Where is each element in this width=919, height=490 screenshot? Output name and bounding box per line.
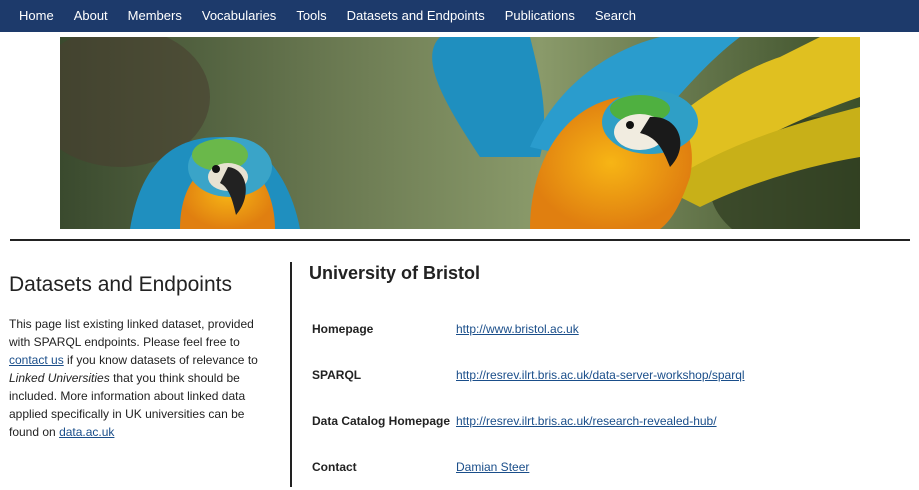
row-label: Contact xyxy=(312,460,357,474)
nav-tools[interactable]: Tools xyxy=(286,0,336,32)
row-label: Data Catalog Homepage xyxy=(312,414,451,428)
table-row: Homepage http://www.bristol.ac.uk xyxy=(310,306,747,352)
contact-us-link[interactable]: contact us xyxy=(9,353,64,367)
nav-members[interactable]: Members xyxy=(118,0,192,32)
nav-vocabularies[interactable]: Vocabularies xyxy=(192,0,286,32)
main-content: University of Bristol Homepage http://ww… xyxy=(309,262,909,490)
contact-link[interactable]: Damian Steer xyxy=(456,460,529,474)
homepage-link[interactable]: http://www.bristol.ac.uk xyxy=(456,322,579,336)
table-row: Data Catalog Homepage http://resrev.ilrt… xyxy=(310,398,747,444)
row-label: Homepage xyxy=(312,322,374,336)
horizontal-divider xyxy=(10,239,910,241)
sidebar-italic-text: Linked Universities xyxy=(9,371,110,385)
vertical-divider xyxy=(290,262,292,487)
nav-datasets-and-endpoints[interactable]: Datasets and Endpoints xyxy=(337,0,495,32)
table-row: SPARQL http://resrev.ilrt.bris.ac.uk/dat… xyxy=(310,352,747,398)
nav-home[interactable]: Home xyxy=(0,0,64,32)
sidebar-description: This page list existing linked dataset, … xyxy=(9,315,274,441)
parrots-banner-image xyxy=(60,37,860,229)
page-title: University of Bristol xyxy=(309,263,481,283)
sidebar-text-part-1: This page list existing linked dataset, … xyxy=(9,317,254,349)
nav-publications[interactable]: Publications xyxy=(495,0,585,32)
row-label: SPARQL xyxy=(312,368,362,382)
table-row: Contact Damian Steer xyxy=(310,444,747,490)
nav-about[interactable]: About xyxy=(64,0,118,32)
sidebar: Datasets and Endpoints This page list ex… xyxy=(9,262,274,441)
dataset-info-table: Homepage http://www.bristol.ac.uk SPARQL… xyxy=(310,306,747,490)
data-ac-uk-link[interactable]: data.ac.uk xyxy=(59,425,114,439)
sidebar-title: Datasets and Endpoints xyxy=(9,273,232,296)
data-catalog-link[interactable]: http://resrev.ilrt.bris.ac.uk/research-r… xyxy=(456,414,717,428)
sparql-link[interactable]: http://resrev.ilrt.bris.ac.uk/data-serve… xyxy=(456,368,745,382)
top-navbar: Home About Members Vocabularies Tools Da… xyxy=(0,0,919,32)
sidebar-text-part-2: if you know datasets of relevance to xyxy=(67,353,258,367)
banner-image xyxy=(60,37,860,229)
nav-search[interactable]: Search xyxy=(585,0,646,32)
